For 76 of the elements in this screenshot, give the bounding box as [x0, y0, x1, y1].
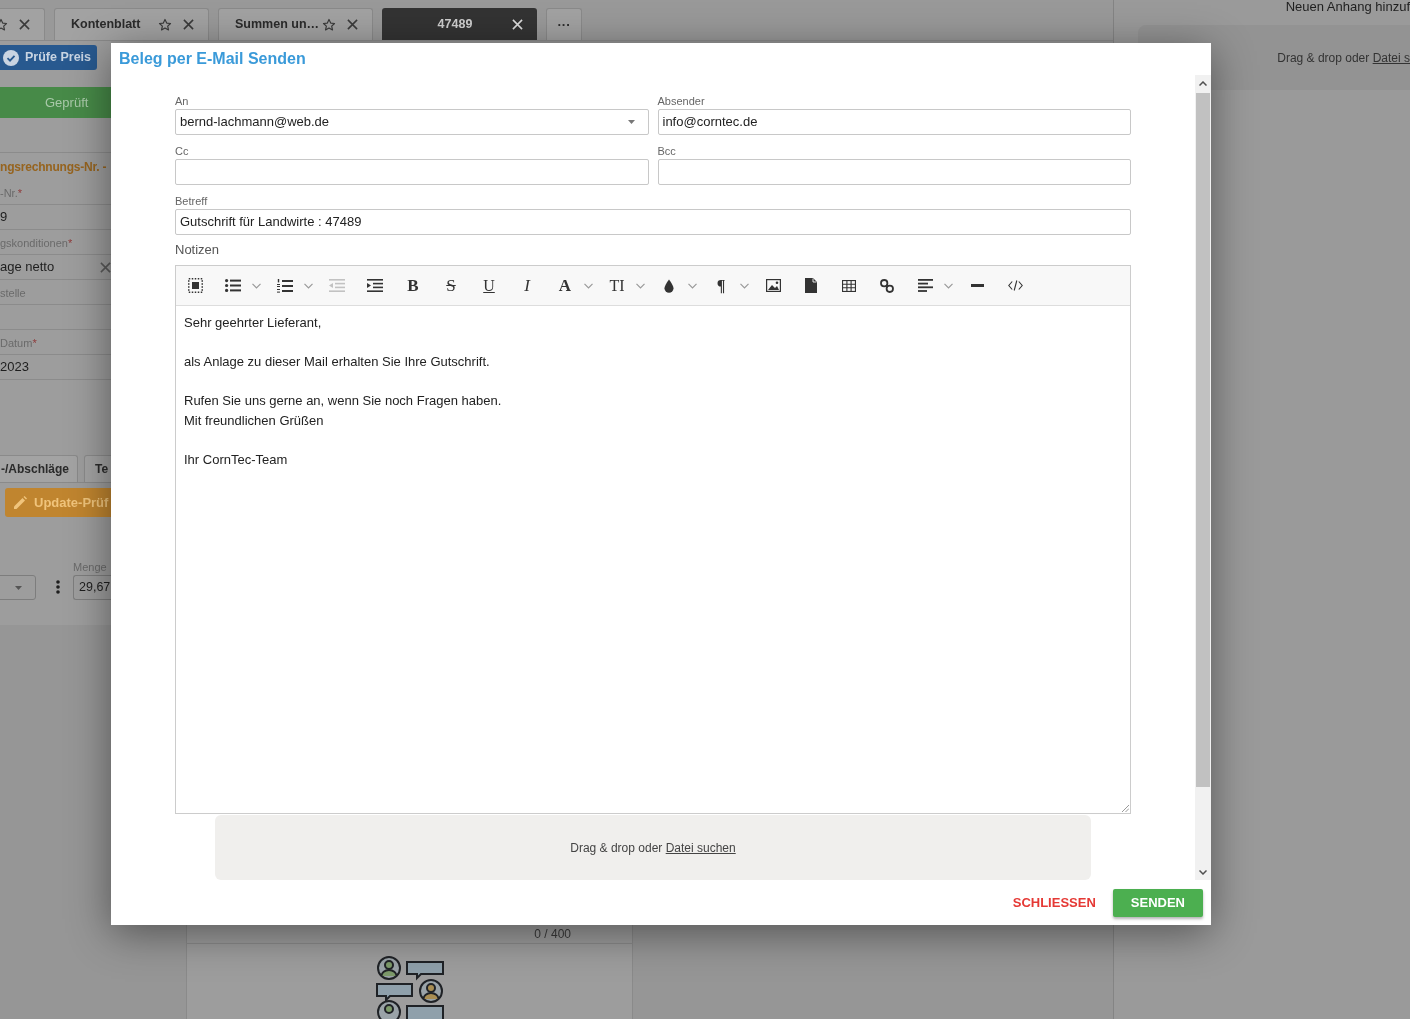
message-text: Ihr CornTec-Team: [184, 450, 288, 469]
bullet-list-icon: [225, 279, 241, 292]
underline-button[interactable]: U: [470, 270, 508, 301]
status-bar: Geprüft: [0, 87, 111, 118]
outdent-icon: [329, 279, 345, 292]
scrollbar-thumb[interactable]: [1196, 93, 1210, 787]
field-label: Betreff: [175, 194, 208, 209]
drop-zone-text: Drag & drop oder Datei suchen: [570, 839, 736, 857]
dialog-title: Beleg per E-Mail Senden: [119, 49, 306, 69]
message-text: Sehr geehrter Lieferant,: [184, 314, 322, 332]
drop-zone[interactable]: Drag & drop oder Datei suchen: [215, 815, 1091, 880]
select-all-icon: [187, 278, 203, 293]
image-icon: [765, 279, 781, 292]
more-tabs-button[interactable]: ···: [546, 8, 582, 40]
caret-icon: [252, 282, 261, 289]
table-icon: [842, 279, 856, 292]
italic-button[interactable]: I: [508, 270, 546, 301]
tab[interactable]: Summen un…: [218, 8, 373, 40]
drop-zone-text: Drag & drop oder Datei s: [1277, 49, 1410, 67]
browse-link[interactable]: Datei suchen: [665, 840, 736, 855]
caret-icon: [944, 282, 953, 289]
more-vertical-icon[interactable]: [56, 580, 60, 594]
sender-field[interactable]: info@corntec.de: [657, 109, 1131, 135]
message-text: Rufen Sie uns gerne an, wenn Sie noch Fragen haben.: [184, 392, 502, 410]
code-icon: [1007, 280, 1023, 291]
indent-icon: [367, 279, 383, 292]
caret-icon: [15, 585, 22, 590]
panel-title: Neuen Anhang hinzuf: [1284, 0, 1410, 14]
caret-icon: [688, 282, 697, 289]
tab[interactable]: -/Abschläge: [0, 455, 78, 482]
message-text: als Anlage zu dieser Mail erhalten Sie Ihre Gutschrift.: [184, 353, 490, 371]
font-button[interactable]: A: [546, 270, 598, 301]
star-icon[interactable]: [322, 17, 336, 32]
file-icon: [805, 278, 817, 293]
browse-link[interactable]: Datei s: [1372, 50, 1410, 65]
font-size-button[interactable]: TI: [598, 270, 650, 301]
resize-handle-icon[interactable]: [1122, 805, 1129, 812]
cc-field[interactable]: [175, 159, 649, 185]
field-label: Bcc: [657, 144, 676, 159]
numbered-list-icon: [277, 278, 293, 293]
caret-icon: [740, 282, 749, 289]
star-icon[interactable]: [158, 17, 172, 32]
caret-icon: [584, 282, 593, 289]
link-icon: [880, 278, 894, 293]
pencil-icon: [13, 495, 27, 510]
bold-button[interactable]: B: [394, 270, 432, 301]
paragraph-format-button[interactable]: ¶: [702, 270, 754, 301]
recipient-select[interactable]: bernd-lachmann@web.de: [175, 109, 649, 135]
field-label: Cc: [175, 144, 189, 159]
close-icon[interactable]: [183, 19, 194, 30]
close-icon[interactable]: [347, 19, 358, 30]
subject-field[interactable]: Gutschrift für Landwirte : 47489: [175, 209, 1131, 235]
strikethrough-button[interactable]: S: [432, 270, 470, 301]
field-label: -Nr.*: [0, 187, 22, 200]
check-price-button[interactable]: Prüfe Preis: [0, 45, 97, 70]
chevron-down-icon[interactable]: [1199, 869, 1207, 875]
align-left-icon: [917, 279, 933, 292]
field-label: An: [175, 94, 189, 109]
tab[interactable]: Kontenblatt: [54, 8, 209, 40]
drop-icon: [664, 278, 674, 293]
tab[interactable]: Te: [84, 455, 111, 482]
check-circle-icon: [3, 49, 19, 66]
field-label: Notizen: [175, 242, 220, 258]
message-text: Mit freundlichen Grüßen: [184, 411, 324, 430]
close-icon[interactable]: [19, 19, 30, 30]
tab[interactable]: 47489: [382, 8, 537, 40]
field-label: Absender: [657, 94, 705, 109]
bcc-field[interactable]: [657, 159, 1131, 185]
rich-text-editor[interactable]: B S U I A TI ¶ Sehr geehrter Lieferant, als Anlage zu dieser Mail erhalten Sie Ihre Gutschrift. Rufen Sie uns gerne an, wenn Sie noch Fragen haben. Mit freundlichen Grüßen Ihr CornTec-Team: [175, 265, 1131, 814]
caret-icon: [627, 120, 635, 124]
scrollbar[interactable]: [1195, 75, 1211, 880]
caret-icon: [636, 282, 645, 289]
caret-icon: [304, 282, 313, 289]
character-counter: 0 / 400: [534, 927, 571, 941]
close-button[interactable]: SCHLIESSEN: [1004, 888, 1104, 917]
chevron-up-icon[interactable]: [1199, 80, 1207, 86]
